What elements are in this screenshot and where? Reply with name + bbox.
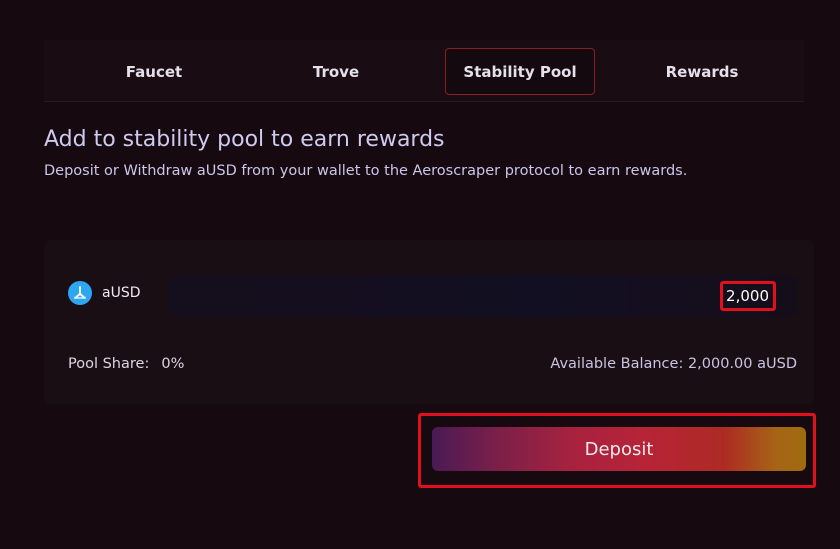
page-subtitle: Deposit or Withdraw aUSD from your walle…: [44, 163, 688, 179]
tab-bar: Faucet Trove Stability Pool Rewards: [44, 40, 804, 102]
page-title: Add to stability pool to earn rewards: [44, 127, 445, 152]
pool-share-value: 0%: [161, 356, 185, 372]
tab-stability-pool[interactable]: Stability Pool: [445, 48, 595, 95]
token-symbol: aUSD: [102, 285, 141, 301]
tab-trove[interactable]: Trove: [261, 48, 411, 95]
deposit-button[interactable]: Deposit: [432, 427, 806, 471]
pool-share-label: Pool Share:: [68, 356, 150, 372]
deposit-panel: aUSD Pool Share: 0% Available Balance: 2…: [44, 240, 814, 404]
available-balance: Available Balance: 2,000.00 aUSD: [550, 356, 797, 372]
amount-field[interactable]: [168, 275, 798, 317]
amount-input[interactable]: [720, 281, 776, 311]
pool-share: Pool Share: 0%: [68, 356, 184, 372]
aerospace-token-icon: [68, 281, 92, 305]
tab-rewards[interactable]: Rewards: [627, 48, 777, 95]
stability-pool-page: Faucet Trove Stability Pool Rewards Add …: [0, 0, 840, 549]
token-selector: aUSD: [68, 281, 141, 305]
tab-faucet[interactable]: Faucet: [79, 48, 229, 95]
